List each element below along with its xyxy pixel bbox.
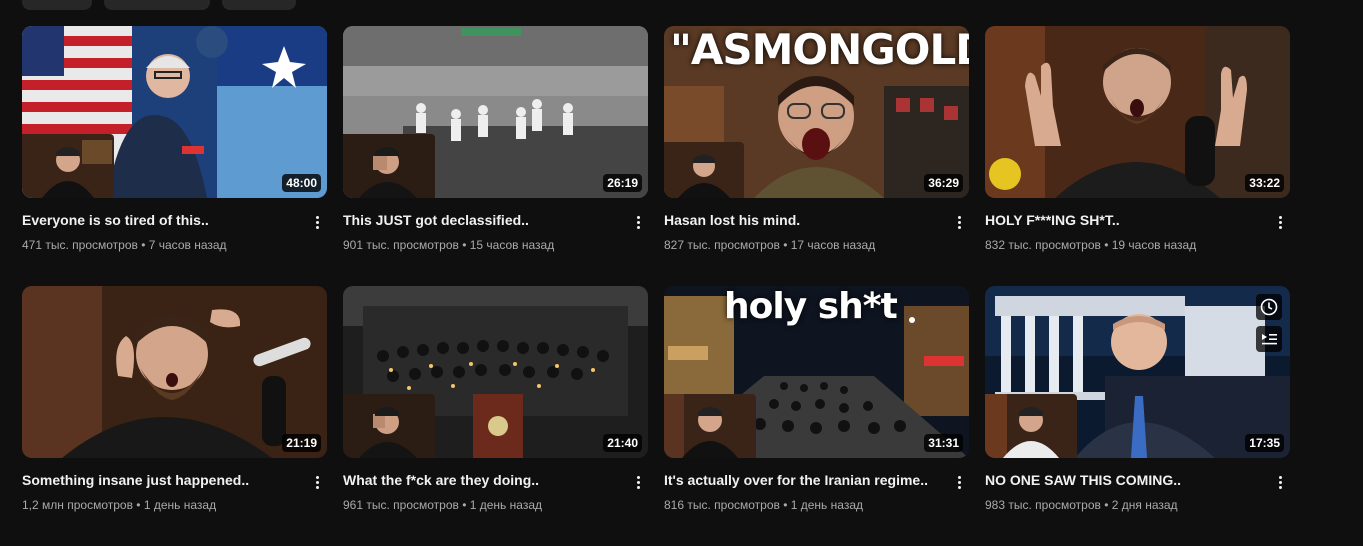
video-duration: 36:29 [924,174,963,192]
video-thumbnail[interactable]: 33:22 [985,26,1290,198]
filter-chip[interactable] [222,0,296,10]
add-to-queue-icon[interactable] [1256,326,1282,352]
video-title[interactable]: Something insane just happened.. [22,470,299,490]
video-title[interactable]: Everyone is so tired of this.. [22,210,299,230]
video-title[interactable]: This JUST got declassified.. [343,210,620,230]
upload-age: 15 часов назад [469,238,555,252]
video-card[interactable]: 48:00 Everyone is so tired of this.. 471… [22,26,327,286]
video-card[interactable]: 26:19 This JUST got declassified.. 901 т… [343,26,648,286]
upload-age: 1 день назад [469,498,542,512]
more-options-icon[interactable] [628,212,648,232]
video-thumbnail[interactable]: "ASMONGOLD" 36:29 [664,26,969,198]
separator: • [779,498,791,512]
video-card[interactable]: 17:35 NO ONE SAW THIS COMING.. 983 тыс. … [985,286,1290,546]
filter-chip[interactable] [22,0,92,10]
view-count: 827 тыс. просмотров [664,238,780,252]
video-title[interactable]: HOLY F***ING SH*T.. [985,210,1262,230]
video-card[interactable]: 21:19 Something insane just happened.. 1… [22,286,327,546]
video-grid: 48:00 Everyone is so tired of this.. 471… [22,26,1290,546]
streamer-pip [22,134,114,198]
view-count: 983 тыс. просмотров [985,498,1101,512]
video-duration: 17:35 [1245,434,1284,452]
video-stats: 827 тыс. просмотров • 17 часов назад [664,236,941,254]
video-thumbnail[interactable]: 48:00 [22,26,327,198]
view-count: 1,2 млн просмотров [22,498,133,512]
video-title[interactable]: It's actually over for the Iranian regim… [664,470,941,490]
upload-age: 17 часов назад [790,238,876,252]
separator: • [458,238,470,252]
filter-chip[interactable] [104,0,210,10]
video-stats: 832 тыс. просмотров • 19 часов назад [985,236,1262,254]
more-options-icon[interactable] [949,212,969,232]
video-stats: 1,2 млн просмотров • 1 день назад [22,496,299,514]
more-options-icon[interactable] [1270,472,1290,492]
upload-age: 2 дня назад [1111,498,1178,512]
video-duration: 26:19 [603,174,642,192]
video-thumbnail[interactable]: 26:19 [343,26,648,198]
video-title[interactable]: Hasan lost his mind. [664,210,941,230]
more-options-icon[interactable] [307,212,327,232]
upload-age: 1 день назад [143,498,217,512]
separator: • [779,238,791,252]
video-stats: 471 тыс. просмотров • 7 часов назад [22,236,299,254]
video-duration: 48:00 [282,174,321,192]
video-thumbnail[interactable]: holy sh*t 31:31 [664,286,969,458]
video-card[interactable]: holy sh*t 31:31 It's actually over for t… [664,286,969,546]
streamer-pip [343,134,435,198]
view-count: 816 тыс. просмотров [664,498,780,512]
video-card[interactable]: 21:40 What the f*ck are they doing.. 961… [343,286,648,546]
separator: • [458,498,470,512]
video-stats: 961 тыс. просмотров • 1 день назад [343,496,620,514]
surprised-streamer-thumbnail [22,286,327,458]
video-duration: 33:22 [1245,174,1284,192]
video-stats: 816 тыс. просмотров • 1 день назад [664,496,941,514]
more-options-icon[interactable] [307,472,327,492]
view-count: 961 тыс. просмотров [343,498,459,512]
streamer-pip [664,394,756,458]
video-title[interactable]: What the f*ck are they doing.. [343,470,620,490]
video-duration: 31:31 [924,434,963,452]
upload-age: 7 часов назад [148,238,227,252]
video-stats: 901 тыс. просмотров • 15 часов назад [343,236,620,254]
filter-chips [0,0,400,12]
separator: • [1100,238,1112,252]
shocked-streamer-thumbnail [985,26,1290,198]
video-thumbnail[interactable]: 17:35 [985,286,1290,458]
upload-age: 19 часов назад [1111,238,1197,252]
video-duration: 21:19 [282,434,321,452]
view-count: 471 тыс. просмотров [22,238,138,252]
streamer-pip [664,142,744,198]
more-options-icon[interactable] [949,472,969,492]
streamer-pip [985,394,1077,458]
video-thumbnail[interactable]: 21:40 [343,286,648,458]
view-count: 832 тыс. просмотров [985,238,1101,252]
video-thumbnail[interactable]: 21:19 [22,286,327,458]
view-count: 901 тыс. просмотров [343,238,459,252]
thumbnail-caption: holy sh*t [724,286,898,327]
video-card[interactable]: "ASMONGOLD" 36:29 Hasan lost his mind. 8… [664,26,969,286]
video-card[interactable]: 33:22 HOLY F***ING SH*T.. 832 тыс. просм… [985,26,1290,286]
separator: • [1100,498,1112,512]
separator: • [137,238,149,252]
upload-age: 1 день назад [790,498,863,512]
separator: • [132,498,144,512]
more-options-icon[interactable] [628,472,648,492]
streamer-pip [343,394,435,458]
watch-later-icon[interactable] [1256,294,1282,320]
video-duration: 21:40 [603,434,642,452]
more-options-icon[interactable] [1270,212,1290,232]
video-stats: 983 тыс. просмотров • 2 дня назад [985,496,1262,514]
video-title[interactable]: NO ONE SAW THIS COMING.. [985,470,1262,490]
thumbnail-caption: "ASMONGOLD" [670,26,969,74]
